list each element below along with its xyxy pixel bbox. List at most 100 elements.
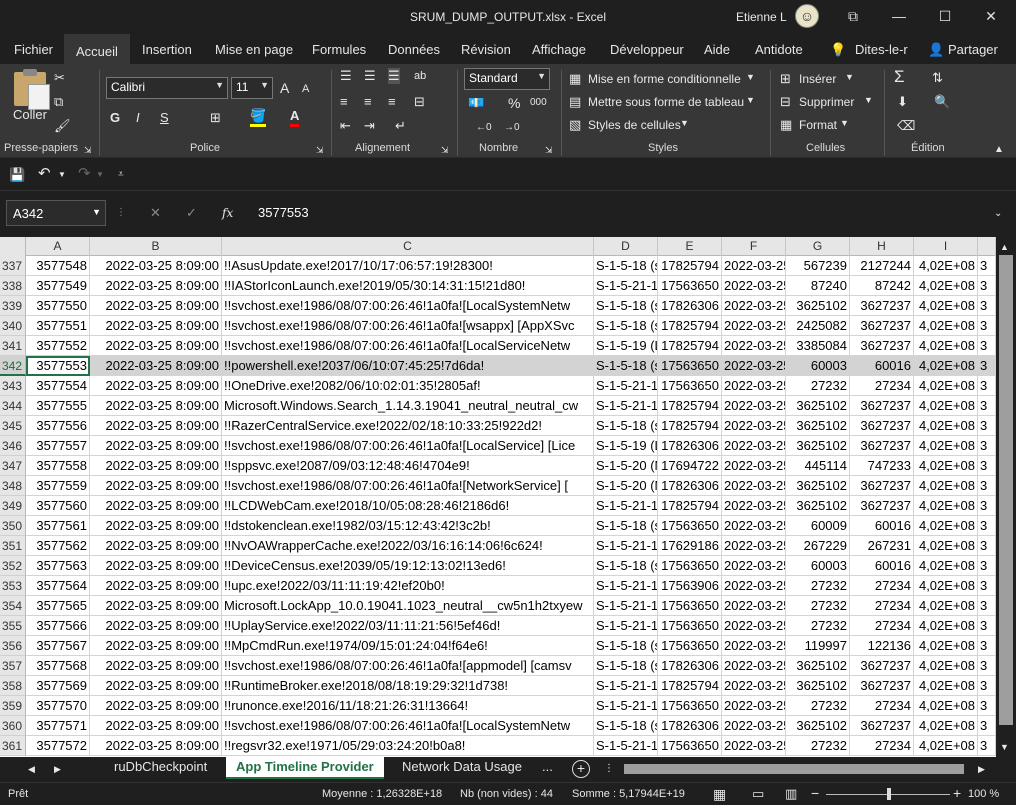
format-cells-icon[interactable]: ▦	[780, 117, 792, 133]
tab-antidote[interactable]: Antidote	[755, 42, 803, 57]
cell-i[interactable]: 4,02E+08	[914, 636, 978, 656]
cell-a[interactable]: 3577562	[26, 536, 90, 556]
cell-j[interactable]: 3	[978, 296, 996, 316]
cell-h[interactable]: 3627237	[850, 656, 914, 676]
cell-b[interactable]: 2022-03-25 8:09:00	[90, 376, 222, 396]
increase-font-button[interactable]: A	[280, 80, 289, 96]
status-sum[interactable]: Somme : 5,17944E+19	[572, 788, 685, 800]
row-header[interactable]: 337	[0, 256, 26, 276]
accounting-format-icon[interactable]: 💶	[468, 95, 484, 111]
sheet-tab-app-timeline-provider[interactable]: App Timeline Provider	[226, 757, 384, 779]
cell-d[interactable]: S-1-5-18 (s	[594, 416, 658, 436]
cell-a[interactable]: 3577571	[26, 716, 90, 736]
cell-i[interactable]: 4,02E+08	[914, 436, 978, 456]
format-as-table-icon[interactable]: ▤	[569, 94, 581, 110]
page-break-icon[interactable]: ▥	[785, 786, 797, 802]
cell-c[interactable]: !!svchost.exe!1986/08/07:00:26:46!1a0fa!…	[222, 436, 594, 456]
collapse-ribbon-icon[interactable]: ▲	[994, 142, 1004, 158]
cell-i[interactable]: 4,02E+08	[914, 616, 978, 636]
vertical-scrollbar[interactable]: ▲ ▼	[996, 237, 1016, 757]
column-header-f[interactable]: F	[722, 237, 786, 256]
cell-i[interactable]: 4,02E+08	[914, 536, 978, 556]
row-header[interactable]: 361	[0, 736, 26, 756]
cell-i[interactable]: 4,02E+08	[914, 456, 978, 476]
tab-mise-en-page[interactable]: Mise en page	[215, 42, 293, 57]
font-family-select[interactable]: Calibri ▼	[106, 77, 228, 99]
cell-g[interactable]: 3625102	[786, 296, 850, 316]
cell-d[interactable]: S-1-5-19 (L	[594, 436, 658, 456]
cell-c[interactable]: Microsoft.LockApp_10.0.19041.1023_neutra…	[222, 596, 594, 616]
find-select-icon[interactable]: 🔍	[934, 94, 950, 110]
cell-f[interactable]: 2022-03-25	[722, 256, 786, 276]
ribbon-display-options-icon[interactable]: ⧉	[830, 0, 876, 32]
cell-h[interactable]: 122136	[850, 636, 914, 656]
redo-icon[interactable]: ↷	[78, 166, 91, 182]
cell-h[interactable]: 3627237	[850, 476, 914, 496]
cell-e[interactable]: 17825794	[658, 496, 722, 516]
cell-h[interactable]: 3627237	[850, 336, 914, 356]
cell-e[interactable]: 17826306	[658, 656, 722, 676]
cell-e[interactable]: 17563650	[658, 736, 722, 756]
status-count[interactable]: Nb (non vides) : 44	[460, 788, 553, 800]
cell-f[interactable]: 2022-03-25	[722, 276, 786, 296]
cell-b[interactable]: 2022-03-25 8:09:00	[90, 576, 222, 596]
scroll-up-icon[interactable]: ▲	[1000, 239, 1009, 255]
cell-i[interactable]: 4,02E+08	[914, 716, 978, 736]
cell-c[interactable]: !!svchost.exe!1986/08/07:00:26:46!1a0fa!…	[222, 716, 594, 736]
cell-f[interactable]: 2022-03-25	[722, 676, 786, 696]
cell-i[interactable]: 4,02E+08	[914, 516, 978, 536]
cell-c[interactable]: !!RazerCentralService.exe!2022/02/18:10:…	[222, 416, 594, 436]
more-options-icon[interactable]: ⋮	[116, 205, 126, 221]
cell-a[interactable]: 3577550	[26, 296, 90, 316]
cell-b[interactable]: 2022-03-25 8:09:00	[90, 396, 222, 416]
align-top-icon[interactable]: ☰	[340, 68, 352, 84]
cell-d[interactable]: S-1-5-21-1	[594, 496, 658, 516]
cell-e[interactable]: 17563650	[658, 376, 722, 396]
row-header[interactable]: 338	[0, 276, 26, 296]
cell-a[interactable]: 3577554	[26, 376, 90, 396]
cell-c[interactable]: !!IAStorIconLaunch.exe!2019/05/30:14:31:…	[222, 276, 594, 296]
cell-c[interactable]: !!upc.exe!2022/03/11:11:19:42!ef20b0!	[222, 576, 594, 596]
row-header[interactable]: 344	[0, 396, 26, 416]
percent-button[interactable]: %	[508, 95, 520, 111]
cell-i[interactable]: 4,02E+08	[914, 676, 978, 696]
decrease-font-button[interactable]: A	[302, 81, 309, 97]
cell-g[interactable]: 60003	[786, 356, 850, 376]
cell-d[interactable]: S-1-5-18 (s	[594, 256, 658, 276]
cell-h[interactable]: 60016	[850, 556, 914, 576]
row-header[interactable]: 345	[0, 416, 26, 436]
save-icon[interactable]: 💾	[9, 167, 25, 183]
cell-d[interactable]: S-1-5-19 (L	[594, 336, 658, 356]
cell-c[interactable]: !!svchost.exe!1986/08/07:00:26:46!1a0fa!…	[222, 316, 594, 336]
cell-e[interactable]: 17563650	[658, 556, 722, 576]
cell-d[interactable]: S-1-5-21-1	[594, 676, 658, 696]
cell-b[interactable]: 2022-03-25 8:09:00	[90, 336, 222, 356]
cell-c[interactable]: !!sppsvc.exe!2087/09/03:12:48:46!4704e9!	[222, 456, 594, 476]
cell-a[interactable]: 3577556	[26, 416, 90, 436]
cell-j[interactable]: 3	[978, 676, 996, 696]
cell-d[interactable]: S-1-5-20 (N	[594, 456, 658, 476]
bold-button[interactable]: G	[110, 110, 120, 126]
cell-b[interactable]: 2022-03-25 8:09:00	[90, 616, 222, 636]
cell-b[interactable]: 2022-03-25 8:09:00	[90, 296, 222, 316]
cell-e[interactable]: 17826306	[658, 296, 722, 316]
cell-h[interactable]: 3627237	[850, 496, 914, 516]
cell-c[interactable]: !!NvOAWrapperCache.exe!2022/03/16:16:14:…	[222, 536, 594, 556]
cell-b[interactable]: 2022-03-25 8:09:00	[90, 656, 222, 676]
borders-icon[interactable]: ⊞	[210, 110, 221, 126]
cell-e[interactable]: 17563650	[658, 356, 722, 376]
conditional-formatting-icon[interactable]: ▦	[569, 71, 581, 87]
cell-f[interactable]: 2022-03-25	[722, 356, 786, 376]
cell-g[interactable]: 3385084	[786, 336, 850, 356]
cell-j[interactable]: 3	[978, 256, 996, 276]
page-layout-icon[interactable]: ▭	[752, 786, 764, 802]
user-name[interactable]: Etienne L	[736, 10, 787, 24]
column-header-e[interactable]: E	[658, 237, 722, 256]
cell-j[interactable]: 3	[978, 576, 996, 596]
cell-e[interactable]: 17694722	[658, 456, 722, 476]
cell-d[interactable]: S-1-5-18 (s	[594, 636, 658, 656]
cell-h[interactable]: 27234	[850, 596, 914, 616]
thousands-separator-button[interactable]: 000	[530, 95, 547, 111]
row-header[interactable]: 349	[0, 496, 26, 516]
cell-a[interactable]: 3577569	[26, 676, 90, 696]
